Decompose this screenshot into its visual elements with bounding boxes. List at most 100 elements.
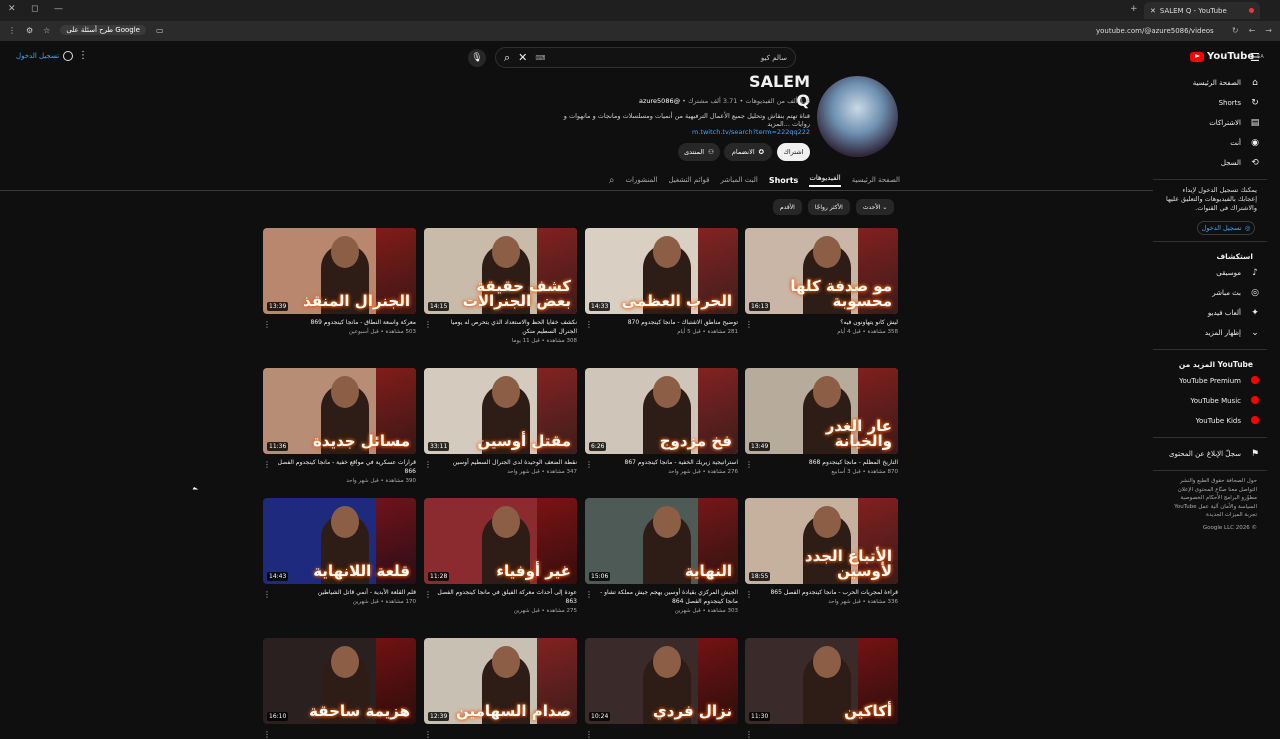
chip-latest[interactable]: الأحدث ⌄ bbox=[855, 199, 895, 215]
video-title[interactable]: ليش كانو يتهاونون فيه؟ bbox=[753, 318, 898, 327]
sidebar-explore-item-3[interactable]: إظهار المزيد ⌄ bbox=[1153, 323, 1267, 343]
footer-links[interactable]: حول الصحافة حقوق الطبع والنشر التواصل مع… bbox=[1153, 477, 1267, 520]
clear-search-icon[interactable]: ✕ bbox=[518, 51, 527, 64]
minimize-window-icon[interactable]: — bbox=[54, 4, 63, 14]
video-menu-icon[interactable]: ⋮ bbox=[585, 460, 593, 475]
video-thumbnail[interactable]: مو صدفة كلها محسوبة 16:13 bbox=[745, 228, 898, 314]
settings-kebab-icon[interactable]: ⋮ bbox=[78, 50, 88, 61]
video-title[interactable]: قلم القلعة الأبدية - أنمي قاتل الشياطين bbox=[271, 588, 416, 597]
video-thumbnail[interactable]: كشف حقيقة بعض الجنرالات 14:15 bbox=[424, 228, 577, 314]
chip-oldest[interactable]: الأقدم bbox=[773, 199, 802, 215]
video-menu-icon[interactable]: ⋮ bbox=[263, 460, 271, 484]
video-thumbnail[interactable]: الجنرال المنقذ 13:39 bbox=[263, 228, 416, 314]
tab-shorts[interactable]: Shorts bbox=[769, 176, 798, 185]
video-menu-icon[interactable]: ⋮ bbox=[424, 590, 432, 614]
settings-icon[interactable]: ⚙ bbox=[26, 26, 33, 35]
sidebar-item-2[interactable]: الاشتراكات ▤ bbox=[1153, 113, 1267, 133]
sidebar-signin-button[interactable]: تسجيل الدخول ◎ bbox=[1197, 221, 1255, 236]
join-button[interactable]: الانضمام ✪ bbox=[724, 143, 772, 161]
video-card[interactable]: الأتباع الجدد لأوسين 18:55 ⋮ قراءة لمجريات … bbox=[745, 498, 898, 605]
signin-button[interactable]: تسجيل الدخول bbox=[16, 51, 74, 61]
url-field[interactable]: youtube.com/@azure5086/videos bbox=[1096, 27, 1214, 35]
video-menu-icon[interactable]: ⋮ bbox=[585, 590, 593, 614]
video-thumbnail[interactable]: غير أوفياء 11:28 bbox=[424, 498, 577, 584]
tab-posts[interactable]: المنشورات bbox=[625, 176, 657, 184]
restore-window-icon[interactable]: ◻ bbox=[31, 4, 38, 14]
video-menu-icon[interactable]: ⋮ bbox=[745, 730, 753, 739]
video-card[interactable]: مو صدفة كلها محسوبة 16:13 ⋮ ليش كانو يتهاون… bbox=[745, 228, 898, 335]
video-menu-icon[interactable]: ⋮ bbox=[424, 460, 432, 475]
video-card[interactable]: صدام السهامين 12:39 ⋮ bbox=[424, 638, 577, 739]
video-card[interactable]: الجنرال المنقذ 13:39 ⋮ معركة واسعة النطاق -… bbox=[263, 228, 416, 335]
sidebar-item-report-history[interactable]: سجلّ الإبلاغ عن المحتوى ⚑ bbox=[1153, 444, 1267, 464]
video-card[interactable]: غير أوفياء 11:28 ⋮ عودة إلى أحداث معركة الف… bbox=[424, 498, 577, 614]
tab-live[interactable]: البث المباشر bbox=[720, 176, 757, 184]
search-icon[interactable]: ⌕ bbox=[504, 51, 510, 65]
video-thumbnail[interactable]: صدام السهامين 12:39 bbox=[424, 638, 577, 724]
sidebar-explore-item-2[interactable]: ألعاب فيديو ✦ bbox=[1153, 303, 1267, 323]
video-menu-icon[interactable]: ⋮ bbox=[263, 590, 271, 605]
video-thumbnail[interactable]: الحرب العظمى 14:33 bbox=[585, 228, 738, 314]
video-card[interactable]: نزال فردي 10:24 ⋮ bbox=[585, 638, 738, 739]
video-title[interactable]: الجيش المركزي بقيادة أوسين يهجم جيش مملك… bbox=[593, 588, 738, 606]
subscribe-button[interactable]: اشتراك bbox=[777, 143, 810, 161]
video-thumbnail[interactable]: مقتل أوسين 33:11 bbox=[424, 368, 577, 454]
browser-tab[interactable]: ✕ SALEM Q - YouTube bbox=[1144, 2, 1260, 19]
search-box[interactable]: ⌕ ✕ ⌨ سالم كيو bbox=[495, 47, 796, 68]
video-card[interactable]: أكاكين 11:30 ⋮ bbox=[745, 638, 898, 739]
video-menu-icon[interactable]: ⋮ bbox=[745, 320, 753, 335]
sidebar-explore-item-0[interactable]: موسيقى ♪ bbox=[1153, 263, 1267, 283]
sidebar-item-4[interactable]: السجل ⟲ bbox=[1153, 153, 1267, 173]
channel-link[interactable]: m.twitch.tv/search?term=222qq222 bbox=[680, 128, 810, 136]
video-thumbnail[interactable]: فخ مزدوج 6:26 bbox=[585, 368, 738, 454]
menu-icon[interactable]: ⋮ bbox=[8, 26, 16, 35]
tab-playlists[interactable]: قوائم التشغيل bbox=[668, 176, 709, 184]
keyboard-icon[interactable]: ⌨ bbox=[535, 54, 545, 62]
video-title[interactable]: استراتيجية زيريك الخفية - مانجا كينجدوم … bbox=[593, 458, 739, 467]
video-menu-icon[interactable]: ⋮ bbox=[263, 320, 271, 335]
video-thumbnail[interactable]: هزيمة ساحقة 16:10 bbox=[263, 638, 416, 724]
video-thumbnail[interactable]: عار الغدر والخيانة 13:49 bbox=[745, 368, 898, 454]
video-thumbnail[interactable]: أكاكين 11:30 bbox=[745, 638, 898, 724]
video-thumbnail[interactable]: نزال فردي 10:24 bbox=[585, 638, 738, 724]
community-button[interactable]: المنتدى ⚇ bbox=[678, 143, 720, 161]
sidebar-more-item-1[interactable]: YouTube Music bbox=[1153, 391, 1267, 411]
video-card[interactable]: كشف حقيقة بعض الجنرالات 14:15 ⋮ نكشف خفايا … bbox=[424, 228, 577, 344]
video-menu-icon[interactable]: ⋮ bbox=[424, 320, 432, 344]
tab-close-icon[interactable]: ✕ bbox=[1150, 7, 1156, 15]
video-title[interactable]: توضيح مناطق الاشتباك - مانجا كينجدوم 870 bbox=[593, 318, 738, 327]
ask-google-button[interactable]: طرح أسئلة على Google bbox=[60, 25, 146, 35]
video-thumbnail[interactable]: قلعة اللانهاية 14:43 bbox=[263, 498, 416, 584]
video-title[interactable]: التاريخ المظلم - مانجا كينجدوم 868 bbox=[753, 458, 898, 467]
sidebar-item-3[interactable]: أنت ◉ bbox=[1153, 133, 1267, 153]
video-menu-icon[interactable]: ⋮ bbox=[585, 320, 593, 335]
sidebar-item-1[interactable]: Shorts ↻ bbox=[1153, 93, 1267, 113]
hamburger-menu-icon[interactable]: ☰ bbox=[1250, 51, 1260, 64]
back-icon[interactable]: ← bbox=[1249, 26, 1256, 35]
video-card[interactable]: عار الغدر والخيانة 13:49 ⋮ التاريخ المظلم -… bbox=[745, 368, 898, 475]
video-title[interactable]: قرارات عسكرية في مواقع خفية - مانجا كينج… bbox=[271, 458, 416, 476]
tab-videos[interactable]: الفيديوهات bbox=[809, 174, 841, 187]
video-menu-icon[interactable]: ⋮ bbox=[424, 730, 432, 739]
video-card[interactable]: الحرب العظمى 14:33 ⋮ توضيح مناطق الاشتباك -… bbox=[585, 228, 738, 335]
video-thumbnail[interactable]: النهاية 15:06 bbox=[585, 498, 738, 584]
voice-search-icon[interactable]: 🎙 bbox=[468, 49, 486, 67]
sidebar-more-item-0[interactable]: YouTube Premium bbox=[1153, 371, 1267, 391]
video-menu-icon[interactable]: ⋮ bbox=[263, 730, 271, 739]
video-title[interactable]: عودة إلى أحداث معركة الفيلق في مانجا كين… bbox=[432, 588, 577, 606]
search-input[interactable]: سالم كيو bbox=[761, 54, 787, 62]
sidebar-item-0[interactable]: الصفحة الرئيسية ⌂ bbox=[1153, 73, 1267, 93]
chip-popular[interactable]: الأكثر رواجًا bbox=[807, 199, 850, 215]
reload-icon[interactable]: ↻ bbox=[1232, 26, 1239, 35]
forward-icon[interactable]: → bbox=[1265, 26, 1272, 35]
video-card[interactable]: فخ مزدوج 6:26 ⋮ استراتيجية زيريك الخفية - م… bbox=[585, 368, 738, 475]
video-card[interactable]: قلعة اللانهاية 14:43 ⋮ قلم القلعة الأبدية -… bbox=[263, 498, 416, 605]
sidebar-explore-item-1[interactable]: بث مباشر ◎ bbox=[1153, 283, 1267, 303]
video-title[interactable]: معركة واسعة النطاق - مانجا كينجدوم 869 bbox=[271, 318, 417, 327]
video-card[interactable]: النهاية 15:06 ⋮ الجيش المركزي بقيادة أوسين … bbox=[585, 498, 738, 614]
video-thumbnail[interactable]: الأتباع الجدد لأوسين 18:55 bbox=[745, 498, 898, 584]
tab-home[interactable]: الصفحة الرئيسية bbox=[852, 176, 900, 184]
video-card[interactable]: مسائل جديدة 11:36 ⋮ قرارات عسكرية في مواقع … bbox=[263, 368, 416, 484]
video-menu-icon[interactable]: ⋮ bbox=[745, 590, 753, 605]
channel-description[interactable]: قناة تهتم بنقاش وتحليل جميع الأعمال التر… bbox=[560, 112, 810, 128]
